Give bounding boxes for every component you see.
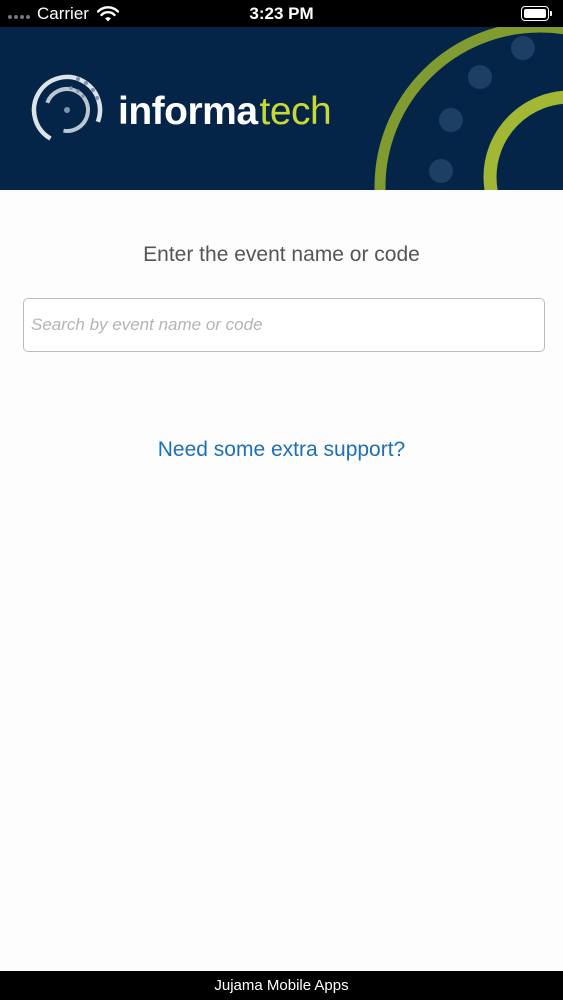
header-banner: informatech bbox=[0, 27, 563, 190]
wordmark-primary: informa bbox=[118, 90, 258, 133]
battery-icon bbox=[521, 6, 553, 21]
informa-tech-logo bbox=[31, 74, 103, 146]
status-time: 3:23 PM bbox=[249, 4, 314, 23]
status-bar: Carrier 3:23 PM bbox=[0, 0, 563, 27]
event-prompt-label: Enter the event name or code bbox=[143, 243, 420, 266]
event-search-input[interactable] bbox=[24, 299, 544, 351]
informa-tech-wordmark: informatech bbox=[118, 88, 332, 136]
event-search-field[interactable] bbox=[23, 298, 545, 352]
extra-support-link[interactable]: Need some extra support? bbox=[0, 438, 563, 462]
wordmark-secondary: tech bbox=[259, 90, 332, 133]
footer-bar: Jujama Mobile Apps bbox=[0, 971, 563, 1000]
